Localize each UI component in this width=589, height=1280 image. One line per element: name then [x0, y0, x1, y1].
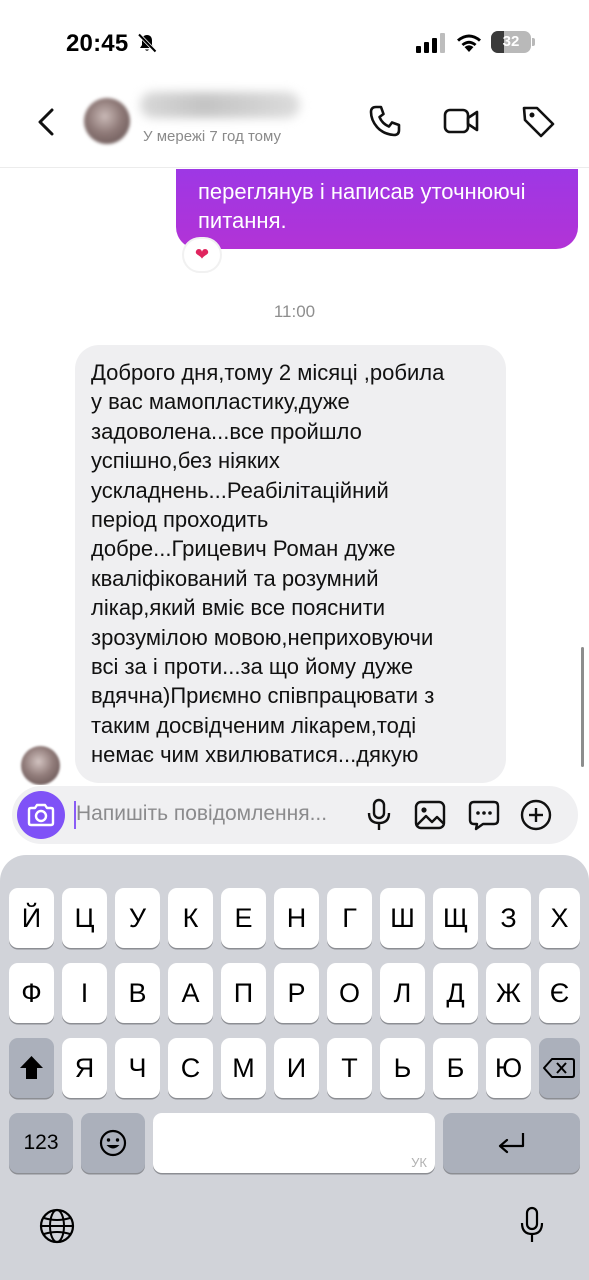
space-language-label: УК [411, 1155, 427, 1170]
presence-status: У мережі 7 год тому [143, 128, 282, 145]
sticker-chat-icon[interactable] [467, 798, 501, 832]
key[interactable]: Е [221, 888, 266, 948]
key[interactable]: Б [433, 1038, 478, 1098]
key[interactable]: М [221, 1038, 266, 1098]
space-key[interactable]: УК [153, 1113, 435, 1173]
image-icon[interactable] [413, 798, 447, 832]
key[interactable]: С [168, 1038, 213, 1098]
key[interactable]: У [115, 888, 160, 948]
contact-avatar[interactable] [84, 98, 130, 144]
key[interactable]: Й [9, 888, 54, 948]
emoji-key[interactable] [81, 1113, 145, 1173]
heart-reaction-icon[interactable]: ❤ [182, 237, 222, 273]
key[interactable]: К [168, 888, 213, 948]
key[interactable]: Ф [9, 963, 54, 1023]
battery-indicator: 32 [491, 31, 535, 53]
phone-icon[interactable] [366, 102, 404, 140]
numbers-key[interactable]: 123 [9, 1113, 73, 1173]
message-composer: Напишіть повідомлення... [12, 786, 578, 844]
key[interactable]: Ц [62, 888, 107, 948]
incoming-message-bubble[interactable]: Доброго дня,тому 2 місяці ,робила у вас … [75, 345, 506, 783]
key[interactable]: Щ [433, 888, 478, 948]
key[interactable]: Ь [380, 1038, 425, 1098]
globe-icon[interactable] [38, 1207, 76, 1245]
camera-button[interactable] [17, 791, 65, 839]
key[interactable]: Ш [380, 888, 425, 948]
key[interactable]: Ч [115, 1038, 160, 1098]
wifi-icon [457, 34, 481, 52]
key[interactable]: І [62, 963, 107, 1023]
outgoing-message-bubble[interactable]: переглянув і написав уточнюючі питання. [176, 169, 578, 249]
key[interactable]: И [274, 1038, 319, 1098]
scrollbar[interactable] [581, 647, 584, 767]
backspace-icon [543, 1058, 575, 1078]
key[interactable]: З [486, 888, 531, 948]
contact-name-blurred[interactable] [140, 92, 300, 118]
outgoing-message-text: переглянув і написав уточнюючі питання. [198, 179, 526, 233]
shift-key[interactable] [9, 1038, 54, 1098]
key[interactable]: Н [274, 888, 319, 948]
key[interactable]: Д [433, 963, 478, 1023]
key[interactable]: Т [327, 1038, 372, 1098]
status-bar: 20:45 32 [0, 0, 589, 80]
key[interactable]: В [115, 963, 160, 1023]
message-timestamp: 11:00 [273, 302, 316, 321]
key[interactable]: Ю [486, 1038, 531, 1098]
return-icon [498, 1133, 525, 1154]
key[interactable]: А [168, 963, 213, 1023]
key[interactable]: О [327, 963, 372, 1023]
key[interactable]: П [221, 963, 266, 1023]
camera-icon [27, 803, 55, 827]
key[interactable]: Х [539, 888, 580, 948]
dictation-icon[interactable] [517, 1205, 547, 1245]
key[interactable]: Ж [486, 963, 531, 1023]
shift-icon [20, 1056, 43, 1079]
message-list[interactable]: переглянув і написав уточнюючі питання. … [0, 169, 589, 785]
message-input[interactable]: Напишіть повідомлення... [76, 802, 366, 826]
keyboard: Й Ц У К Е Н Г Ш Щ З Х Ф І В А П Р О Л Д … [0, 855, 589, 1280]
sender-avatar[interactable] [21, 746, 60, 785]
back-chevron-left-icon[interactable] [30, 102, 64, 142]
chat-header: У мережі 7 год тому [0, 82, 589, 168]
key[interactable]: Є [539, 963, 580, 1023]
cellular-signal-icon [416, 33, 445, 53]
microphone-icon[interactable] [364, 798, 394, 832]
key[interactable]: Г [327, 888, 372, 948]
key[interactable]: Я [62, 1038, 107, 1098]
status-time: 20:45 [66, 30, 129, 57]
tag-icon[interactable] [518, 102, 558, 140]
key[interactable]: Р [274, 963, 319, 1023]
video-camera-icon[interactable] [441, 102, 481, 140]
plus-circle-icon[interactable] [519, 798, 553, 832]
emoji-icon [99, 1129, 127, 1157]
bell-slash-icon [137, 33, 157, 53]
delete-key[interactable] [539, 1038, 580, 1098]
incoming-message-text: Доброго дня,тому 2 місяці ,робила у вас … [91, 360, 445, 768]
battery-cap [532, 38, 535, 46]
return-key[interactable] [443, 1113, 580, 1173]
battery-percent: 32 [502, 33, 520, 50]
key[interactable]: Л [380, 963, 425, 1023]
